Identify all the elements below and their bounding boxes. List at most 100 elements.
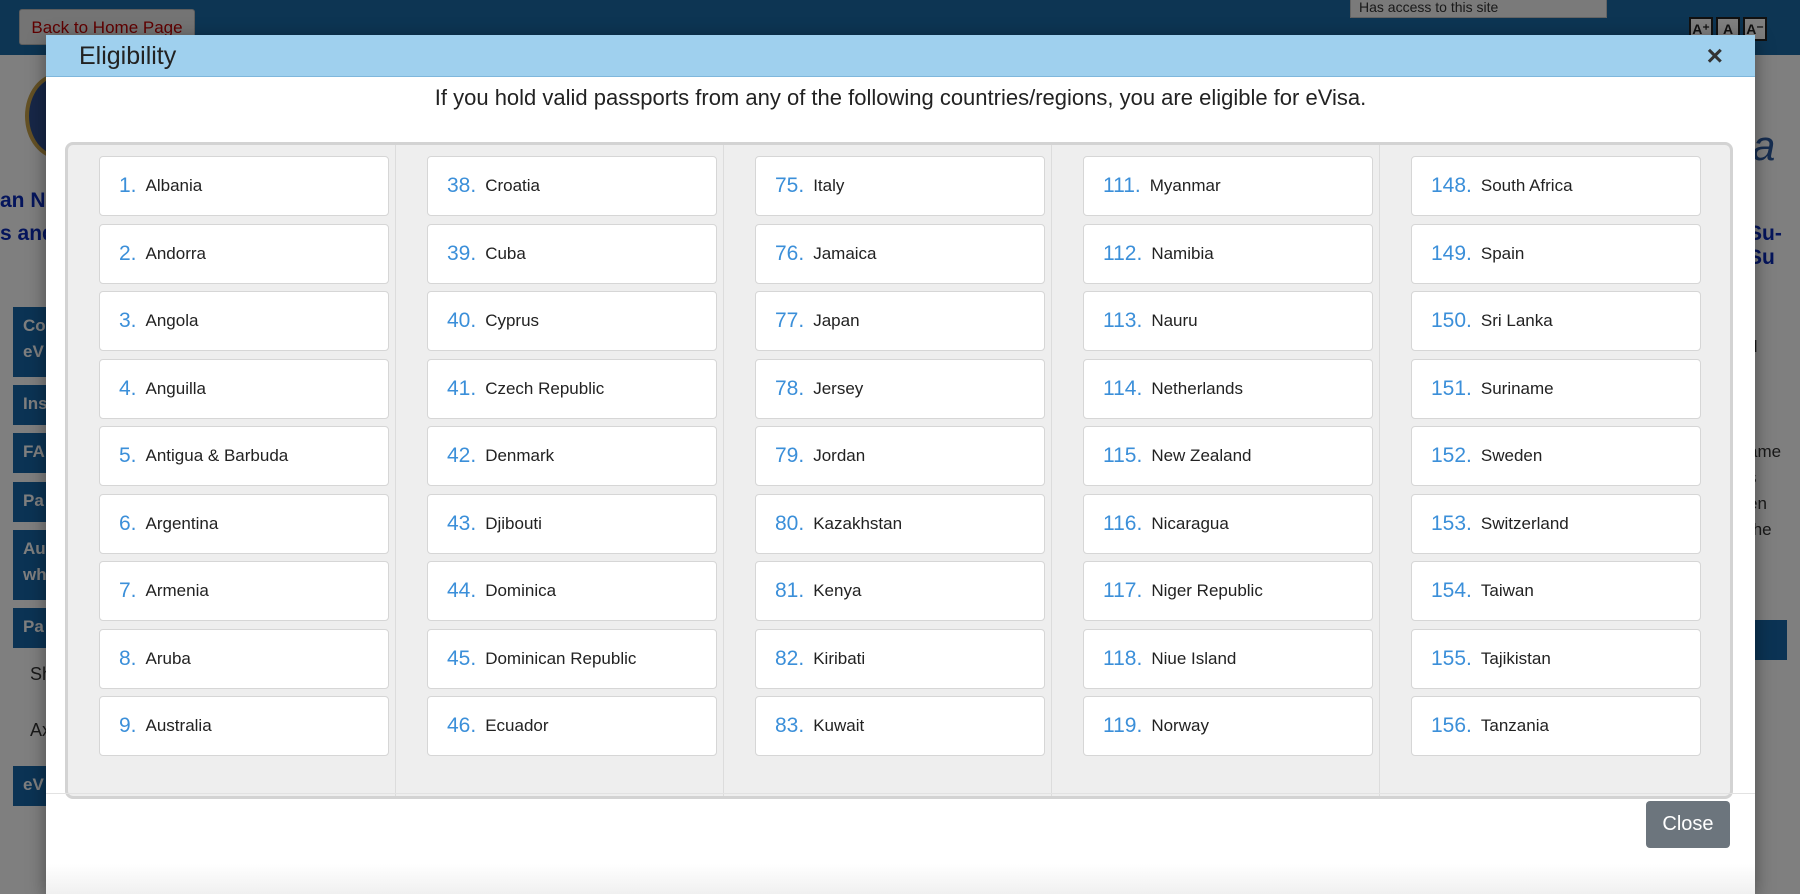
- country-card: 1. Albania: [99, 156, 389, 216]
- country-number: 9.: [119, 714, 137, 737]
- country-number: 155.: [1431, 646, 1472, 670]
- country-card: 45. Dominican Republic: [427, 628, 717, 689]
- country-card: 153. Switzerland: [1411, 493, 1701, 554]
- country-name: Namibia: [1151, 243, 1214, 263]
- country-card: 115. New Zealand: [1083, 426, 1373, 486]
- country-number: 1.: [119, 174, 137, 197]
- country-name: Spain: [1480, 243, 1525, 263]
- country-number: 152.: [1431, 444, 1472, 467]
- country-name: Kenya: [813, 581, 862, 600]
- country-name: Armenia: [145, 581, 209, 600]
- close-button[interactable]: Close: [1646, 801, 1730, 848]
- close-icon[interactable]: ×: [1707, 41, 1723, 71]
- country-name: Cuba: [485, 243, 526, 263]
- country-name: Jordan: [813, 446, 866, 465]
- country-card: 117. Niger Republic: [1083, 561, 1373, 621]
- country-number: 115.: [1103, 444, 1143, 467]
- country-number: 77.: [775, 309, 805, 332]
- country-card: 39. Cuba: [427, 223, 717, 284]
- country-number: 78.: [775, 376, 805, 400]
- country-name: Argentina: [145, 513, 219, 533]
- country-name: Norway: [1151, 716, 1209, 735]
- country-number: 116.: [1103, 511, 1143, 535]
- country-number: 156.: [1431, 714, 1472, 737]
- country-number: 151.: [1431, 376, 1472, 400]
- country-card: 9. Australia: [99, 696, 389, 756]
- country-name: Italy: [813, 176, 845, 195]
- country-number: 8.: [119, 646, 137, 670]
- country-number: 39.: [447, 241, 477, 265]
- country-card: 111. Myanmar: [1083, 156, 1373, 216]
- country-name: Japan: [813, 311, 860, 330]
- country-card: 4. Anguilla: [99, 358, 389, 419]
- country-card: 2. Andorra: [99, 223, 389, 284]
- country-number: 75.: [775, 174, 805, 197]
- eligibility-intro-text: If you hold valid passports from any of …: [434, 85, 1367, 110]
- country-number: 119.: [1103, 714, 1143, 737]
- country-name: Andorra: [145, 243, 206, 263]
- country-card: 8. Aruba: [99, 628, 389, 689]
- country-number: 43.: [447, 511, 477, 535]
- country-number: 7.: [119, 579, 137, 602]
- country-name: Taiwan: [1480, 581, 1534, 600]
- country-card: 42. Denmark: [427, 426, 717, 486]
- country-name: Netherlands: [1151, 378, 1243, 398]
- country-number: 111.: [1103, 174, 1141, 197]
- country-name: Kiribati: [813, 648, 866, 668]
- country-card: 44. Dominica: [427, 561, 717, 621]
- country-card: 155. Tajikistan: [1411, 628, 1701, 689]
- country-number: 38.: [447, 174, 477, 197]
- country-card: 152. Sweden: [1411, 426, 1701, 486]
- country-card: 78. Jersey: [755, 358, 1045, 419]
- country-name: Suriname: [1480, 378, 1554, 398]
- country-name: Croatia: [485, 176, 541, 195]
- eligibility-modal: Eligibility × If you hold valid passport…: [46, 35, 1755, 894]
- country-name: Djibouti: [485, 513, 542, 533]
- country-number: 114.: [1103, 376, 1143, 400]
- country-name: Ecuador: [485, 716, 549, 735]
- country-number: 40.: [447, 309, 477, 332]
- country-number: 44.: [447, 579, 477, 602]
- country-column: 148. South Africa 149. Spain 150. Sri Lanka 15…: [1380, 145, 1708, 796]
- country-name: New Zealand: [1151, 446, 1252, 465]
- country-number: 81.: [775, 579, 805, 602]
- country-number: 46.: [447, 714, 477, 737]
- country-number: 154.: [1431, 579, 1472, 602]
- country-name: Denmark: [485, 446, 555, 465]
- country-card: 43. Djibouti: [427, 493, 717, 554]
- country-name: Dominican Republic: [485, 648, 637, 668]
- country-name: Dominica: [485, 581, 557, 600]
- country-column: 111. Myanmar 112. Namibia 113. Nauru 114. Nethe…: [1052, 145, 1380, 796]
- country-name: Tajikistan: [1480, 648, 1551, 668]
- country-card: 150. Sri Lanka: [1411, 291, 1701, 351]
- country-card: 113. Nauru: [1083, 291, 1373, 351]
- country-name: Niger Republic: [1151, 581, 1263, 600]
- country-number: 113.: [1103, 309, 1143, 332]
- country-card: 76. Jamaica: [755, 223, 1045, 284]
- country-card: 119. Norway: [1083, 696, 1373, 756]
- country-card: 154. Taiwan: [1411, 561, 1701, 621]
- country-number: 45.: [447, 646, 477, 670]
- country-name: Switzerland: [1480, 513, 1569, 533]
- country-card: 38. Croatia: [427, 156, 717, 216]
- country-number: 150.: [1431, 309, 1472, 332]
- country-name: Tanzania: [1480, 716, 1549, 735]
- country-number: 4.: [119, 376, 137, 400]
- country-name: Anguilla: [145, 378, 207, 398]
- country-number: 41.: [447, 376, 477, 400]
- country-card: 41. Czech Republic: [427, 358, 717, 419]
- country-number: 80.: [775, 511, 805, 535]
- country-card: 83. Kuwait: [755, 696, 1045, 756]
- country-column: 38. Croatia 39. Cuba 40. Cyprus 41. Czech Repub…: [396, 145, 724, 796]
- country-number: 3.: [119, 309, 137, 332]
- country-card: 116. Nicaragua: [1083, 493, 1373, 554]
- country-name: Kazakhstan: [813, 513, 903, 533]
- country-card: 149. Spain: [1411, 223, 1701, 284]
- country-card: 75. Italy: [755, 156, 1045, 216]
- country-card: 81. Kenya: [755, 561, 1045, 621]
- country-card: 82. Kiribati: [755, 628, 1045, 689]
- country-card: 151. Suriname: [1411, 358, 1701, 419]
- country-name: Czech Republic: [485, 378, 605, 398]
- country-name: Albania: [145, 176, 203, 195]
- country-card: 80. Kazakhstan: [755, 493, 1045, 554]
